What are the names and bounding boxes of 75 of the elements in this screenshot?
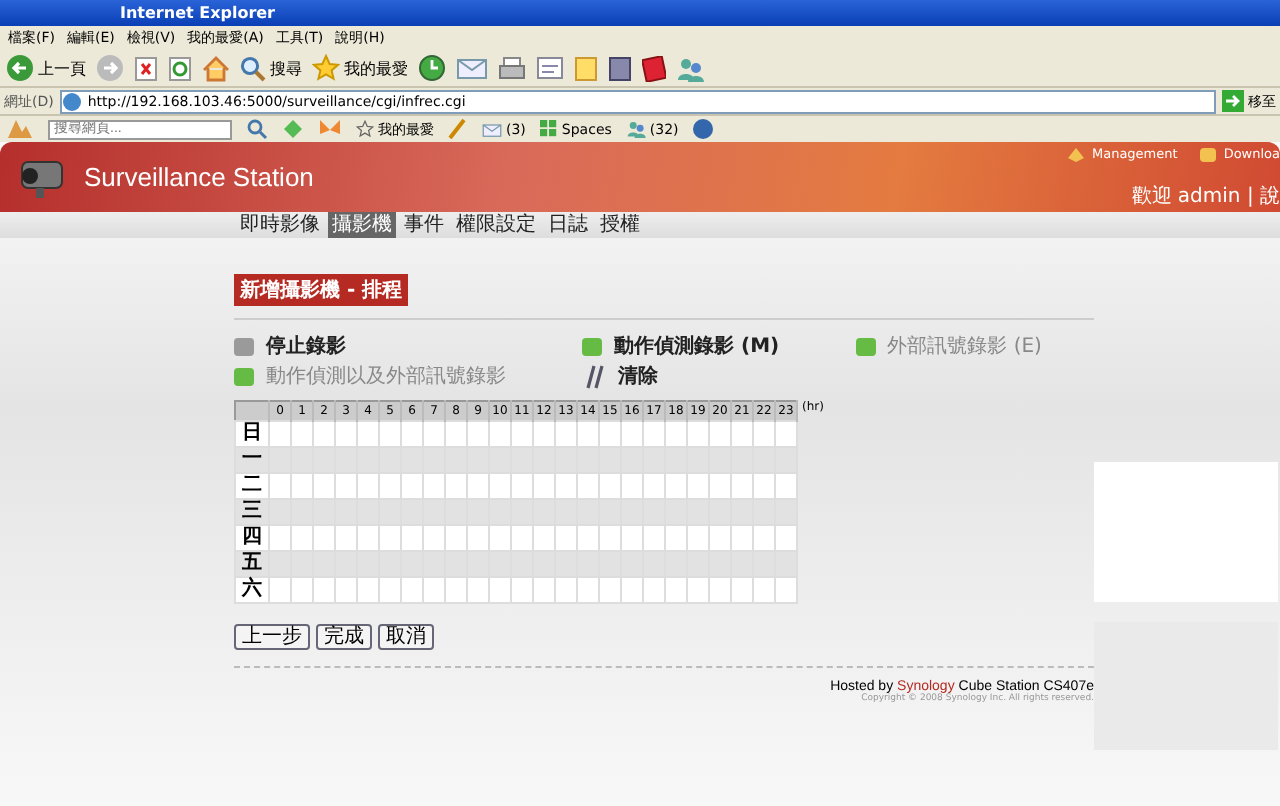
schedule-slot[interactable] xyxy=(379,421,401,447)
star-icon xyxy=(356,120,374,138)
schedule-slot[interactable] xyxy=(445,421,467,447)
legend-label: 外部訊號錄影 (E) xyxy=(887,333,1042,360)
window-title: Internet Explorer xyxy=(0,0,1280,26)
nav-tab[interactable]: 日誌 xyxy=(544,212,592,238)
day-label: 四 xyxy=(235,525,269,551)
search-button[interactable]: 搜尋 xyxy=(240,55,302,81)
schedule-slot[interactable] xyxy=(489,421,511,447)
schedule-slot[interactable] xyxy=(313,421,335,447)
schedule-slot[interactable] xyxy=(709,421,731,447)
document-icon[interactable] xyxy=(536,56,564,80)
nav-tab[interactable]: 事件 xyxy=(400,212,448,238)
hand-icon xyxy=(1065,145,1086,163)
history-icon[interactable] xyxy=(418,54,446,82)
legend-swatch[interactable] xyxy=(582,337,603,355)
day-label: 日 xyxy=(235,421,269,447)
search-icon xyxy=(240,55,266,81)
favorites-button[interactable]: 我的最愛 xyxy=(312,54,408,82)
schedule-slot[interactable] xyxy=(665,421,687,447)
note-icon[interactable] xyxy=(574,55,598,81)
camera-icon xyxy=(16,155,68,199)
schedule-slot[interactable] xyxy=(269,421,291,447)
schedule-slot[interactable] xyxy=(687,421,709,447)
clear-label: 清除 xyxy=(618,363,659,390)
nav-tab[interactable]: 權限設定 xyxy=(452,212,540,238)
day-label: 三 xyxy=(235,499,269,525)
legend-label: 動作偵測錄影 (M) xyxy=(614,333,780,360)
squares-icon xyxy=(539,120,558,138)
go-arrow-icon xyxy=(1222,90,1244,112)
nav-tab[interactable]: 即時影像 xyxy=(236,212,324,238)
back-button[interactable]: 上一頁 xyxy=(6,54,86,82)
printer-icon[interactable] xyxy=(498,55,526,81)
search-icon[interactable] xyxy=(246,118,268,140)
day-label: 六 xyxy=(235,577,269,603)
pencil-icon[interactable] xyxy=(448,118,468,140)
welcome-text: 歡迎 admin | 說 xyxy=(1131,183,1280,209)
schedule-slot[interactable] xyxy=(291,421,313,447)
mail-icon xyxy=(482,121,502,137)
step-label: 新增攝影機 - 排程 xyxy=(234,274,409,306)
legend-label: 停止錄影 xyxy=(266,333,346,360)
stop-icon[interactable] xyxy=(134,55,158,81)
form-button[interactable]: 取消 xyxy=(378,624,434,650)
schedule-slot[interactable] xyxy=(577,421,599,447)
day-label: 五 xyxy=(235,551,269,577)
legend-swatch[interactable] xyxy=(234,337,254,355)
form-button[interactable]: 完成 xyxy=(316,624,372,650)
day-label: 二 xyxy=(235,473,269,499)
schedule-slot[interactable] xyxy=(423,421,445,447)
form-button[interactable]: 上一步 xyxy=(234,624,310,650)
home-icon[interactable] xyxy=(202,55,230,81)
schedule-slot[interactable] xyxy=(335,421,357,447)
schedule-slot[interactable] xyxy=(357,421,379,447)
schedule-slot[interactable] xyxy=(643,421,665,447)
schedule-slot[interactable] xyxy=(731,421,753,447)
box-icon xyxy=(1197,145,1218,163)
legend-label: 動作偵測以及外部訊號錄影 xyxy=(266,363,506,390)
people-icon[interactable] xyxy=(676,55,704,81)
refresh-icon[interactable] xyxy=(168,55,192,81)
schedule-slot[interactable] xyxy=(401,421,423,447)
schedule-slot[interactable] xyxy=(511,421,533,447)
star-icon xyxy=(312,54,340,82)
nav-tab[interactable]: 授權 xyxy=(596,212,644,238)
schedule-slot[interactable] xyxy=(599,421,621,447)
schedule-slot[interactable] xyxy=(555,421,577,447)
schedule-slot[interactable] xyxy=(533,421,555,447)
day-label: 一 xyxy=(235,447,269,473)
mail-icon[interactable] xyxy=(456,56,488,80)
nav-tab[interactable]: 攝影機 xyxy=(328,212,396,238)
schedule-slot[interactable] xyxy=(753,421,775,447)
schedule-slot[interactable] xyxy=(775,421,797,447)
app-title: Surveillance Station xyxy=(84,162,316,192)
schedule-slot[interactable] xyxy=(467,421,489,447)
schedule-slot[interactable] xyxy=(621,421,643,447)
people-icon xyxy=(625,120,646,138)
